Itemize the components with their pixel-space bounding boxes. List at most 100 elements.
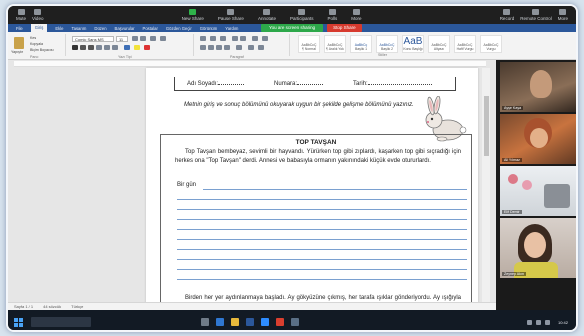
bullets-icon[interactable] bbox=[200, 36, 206, 41]
participants-button[interactable]: Participants bbox=[290, 9, 313, 21]
writing-line[interactable] bbox=[177, 209, 467, 210]
align-right-icon[interactable] bbox=[216, 45, 222, 50]
page-count[interactable]: Sayfa 1 / 1 bbox=[14, 304, 33, 309]
record-button[interactable]: Record bbox=[499, 9, 515, 21]
style-no-spacing-label: ¶ Aralık Yok bbox=[326, 47, 344, 51]
system-tray: 10:42 bbox=[526, 319, 568, 325]
borders-icon[interactable] bbox=[258, 45, 264, 50]
more-right-button[interactable]: More bbox=[558, 9, 568, 21]
record-label: Record bbox=[499, 16, 515, 21]
italic-icon[interactable] bbox=[80, 45, 86, 50]
taskbar-clock[interactable]: 10:42 bbox=[558, 320, 568, 325]
writing-line[interactable] bbox=[177, 279, 467, 280]
writing-line[interactable] bbox=[203, 189, 467, 190]
tab-references[interactable]: Başvurular bbox=[115, 26, 135, 31]
tab-help[interactable]: Yardım bbox=[225, 26, 238, 31]
multilevel-list-icon[interactable] bbox=[220, 36, 226, 41]
writing-line[interactable] bbox=[177, 229, 467, 230]
shrink-font-icon[interactable] bbox=[140, 36, 146, 41]
pause-share-button[interactable]: Pause Share bbox=[218, 9, 244, 21]
writing-line[interactable] bbox=[177, 199, 467, 200]
chrome-icon[interactable] bbox=[276, 318, 284, 326]
mute-button[interactable]: Mute bbox=[16, 9, 26, 21]
show-marks-icon[interactable] bbox=[262, 36, 268, 41]
file-explorer-icon[interactable] bbox=[231, 318, 239, 326]
line-spacing-icon[interactable] bbox=[236, 45, 242, 50]
paste-label: Yapıştır bbox=[11, 50, 24, 54]
font-color-icon[interactable] bbox=[144, 45, 150, 50]
tab-insert[interactable]: Ekle bbox=[55, 26, 63, 31]
numbering-icon[interactable] bbox=[210, 36, 216, 41]
font-name-select[interactable]: Comic Sans MS bbox=[72, 36, 114, 42]
style-subtle-emphasis[interactable]: AaBbCcÇ Hafif Vurgu bbox=[454, 35, 476, 53]
tab-layout[interactable]: Düzen bbox=[94, 26, 106, 31]
style-subtitle[interactable]: AaBbCcÇ Altyazı bbox=[428, 35, 450, 53]
tab-file[interactable]: File bbox=[16, 26, 23, 31]
task-view-icon[interactable] bbox=[201, 318, 209, 326]
align-center-icon[interactable] bbox=[208, 45, 214, 50]
tab-view[interactable]: Görünüm bbox=[200, 26, 217, 31]
participant-tile[interactable]: Zeynep Akın bbox=[500, 218, 576, 278]
participant-tile[interactable]: Elif Demir bbox=[500, 166, 576, 216]
style-title[interactable]: AaB Konu Başlığı bbox=[402, 35, 424, 53]
polls-button[interactable]: Polls bbox=[327, 9, 337, 21]
writing-line[interactable] bbox=[177, 219, 467, 220]
style-heading-2[interactable]: AaBbCcÇ Başlık 2 bbox=[376, 35, 398, 53]
tab-home[interactable]: Giriş bbox=[30, 24, 48, 32]
font-size-select[interactable]: 11 bbox=[116, 36, 128, 42]
person-face bbox=[530, 128, 548, 148]
writing-line[interactable] bbox=[177, 259, 467, 260]
tab-review[interactable]: Gözden Geçir bbox=[166, 26, 192, 31]
style-emphasis[interactable]: AaBbCcÇ Vurgu bbox=[480, 35, 502, 53]
participant-tile[interactable]: Ayşe Kaya bbox=[500, 62, 576, 112]
battery-icon[interactable] bbox=[544, 319, 550, 325]
strikethrough-icon[interactable] bbox=[96, 45, 102, 50]
justify-icon[interactable] bbox=[224, 45, 230, 50]
writing-line[interactable] bbox=[177, 269, 467, 270]
video-button[interactable]: Video bbox=[32, 9, 43, 21]
stop-share-button[interactable]: Stop Share bbox=[327, 24, 362, 32]
participant-tile[interactable]: Ali Yılmaz bbox=[500, 114, 576, 164]
more-button[interactable]: More bbox=[351, 9, 362, 21]
text-effects-icon[interactable] bbox=[124, 45, 130, 50]
paste-icon[interactable] bbox=[14, 37, 24, 49]
style-normal[interactable]: AaBbCcÇ ¶ Normal bbox=[298, 35, 320, 53]
format-painter-button[interactable]: Biçim Boyacısı bbox=[30, 48, 54, 52]
grow-font-icon[interactable] bbox=[132, 36, 138, 41]
new-share-button[interactable]: New Share bbox=[182, 9, 204, 21]
writing-line[interactable] bbox=[177, 239, 467, 240]
windows-start-icon[interactable] bbox=[14, 317, 23, 327]
settings-icon[interactable] bbox=[291, 318, 299, 326]
align-left-icon[interactable] bbox=[200, 45, 206, 50]
edge-icon[interactable] bbox=[216, 318, 224, 326]
style-heading-1[interactable]: AaBbCç Başlık 1 bbox=[350, 35, 372, 53]
clear-format-icon[interactable] bbox=[160, 36, 166, 41]
decrease-indent-icon[interactable] bbox=[232, 36, 238, 41]
taskbar-search-box[interactable] bbox=[31, 317, 91, 327]
scrollbar-thumb[interactable] bbox=[484, 96, 489, 156]
volume-icon[interactable] bbox=[535, 319, 541, 325]
cut-button[interactable]: Kes bbox=[30, 36, 36, 40]
bold-icon[interactable] bbox=[72, 45, 78, 50]
sort-icon[interactable] bbox=[252, 36, 258, 41]
writing-line[interactable] bbox=[177, 249, 467, 250]
shading-icon[interactable] bbox=[248, 45, 254, 50]
language-indicator[interactable]: Türkçe bbox=[71, 304, 83, 309]
copy-button[interactable]: Kopyala bbox=[30, 42, 43, 46]
tab-mailings[interactable]: Postalar bbox=[143, 26, 158, 31]
superscript-icon[interactable] bbox=[112, 45, 118, 50]
remote-control-button[interactable]: Remote Control bbox=[520, 9, 552, 21]
zoom-icon[interactable] bbox=[261, 318, 269, 326]
annotate-button[interactable]: Annotate bbox=[258, 9, 276, 21]
subscript-icon[interactable] bbox=[104, 45, 110, 50]
highlight-icon[interactable] bbox=[134, 45, 140, 50]
increase-indent-icon[interactable] bbox=[240, 36, 246, 41]
tab-design[interactable]: Tasarım bbox=[72, 26, 87, 31]
network-icon[interactable] bbox=[526, 319, 532, 325]
word-icon[interactable] bbox=[246, 318, 254, 326]
underline-icon[interactable] bbox=[88, 45, 94, 50]
word-count[interactable]: 44 sözcük bbox=[43, 304, 61, 309]
style-no-spacing[interactable]: AaBbCcÇ ¶ Aralık Yok bbox=[324, 35, 346, 53]
document-page[interactable]: Adı Soyadı: Numara: Tarih: Metnin giriş … bbox=[146, 68, 478, 316]
change-case-icon[interactable] bbox=[150, 36, 156, 41]
